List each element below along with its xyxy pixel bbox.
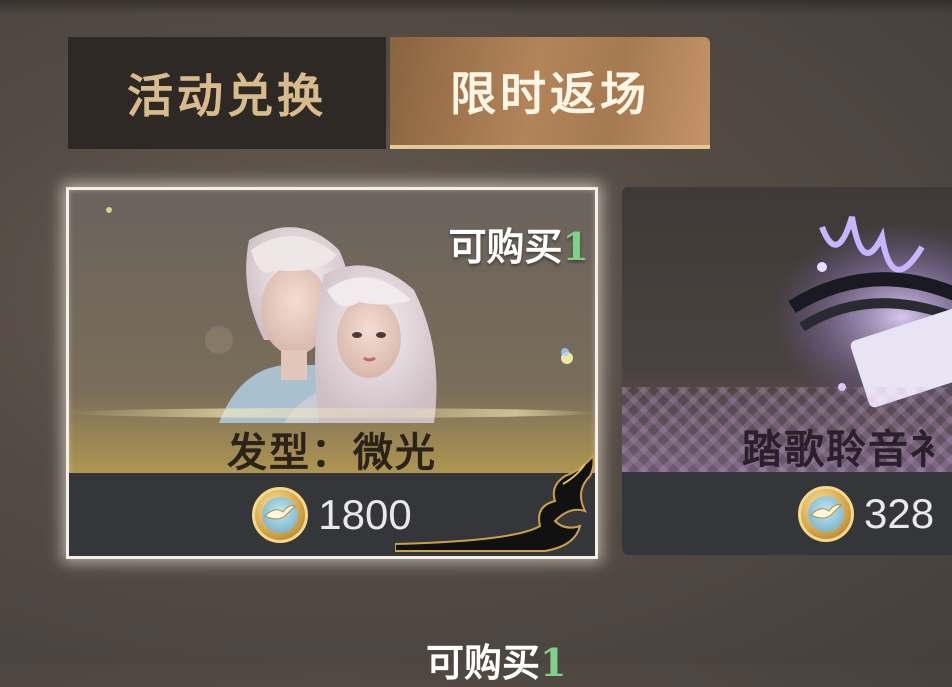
availability-label: 可购买1 <box>448 224 589 269</box>
price-bar: 328 <box>622 472 952 555</box>
corner-ornament-icon <box>395 453 595 552</box>
shop-item-card-partial[interactable]: 踏歌聆音衤 328 <box>622 187 952 555</box>
shop-item-card-hairstyle[interactable]: 可购买1 发型：微光 1800 <box>66 187 598 559</box>
crane-coin-icon <box>798 485 854 542</box>
crane-coin-icon <box>252 486 309 543</box>
item-name: 踏歌聆音衤 <box>742 426 952 473</box>
tab-limited-return[interactable]: 限时返场 <box>390 37 710 149</box>
header-fragment <box>0 0 952 14</box>
decorative-glow <box>69 408 595 418</box>
tab-label: 活动兑换 <box>127 69 327 123</box>
next-row-availability-label: 可购买1 <box>426 640 567 685</box>
item-price: 328 <box>864 489 935 537</box>
tab-label: 限时返场 <box>450 67 650 121</box>
tab-activity-exchange[interactable]: 活动兑换 <box>68 37 386 149</box>
item-art-instrument <box>772 216 952 412</box>
